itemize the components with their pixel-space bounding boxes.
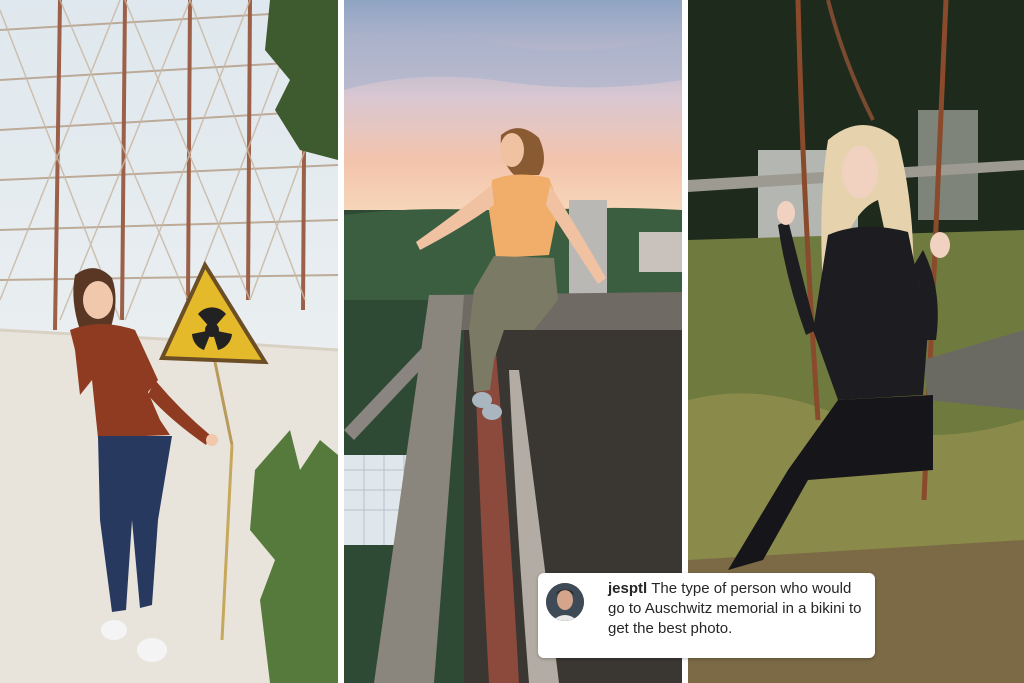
photo-panel-left [0,0,338,683]
comment-text-block: jesptl The type of person who would go to… [608,579,865,639]
comment-username[interactable]: jesptl [608,580,647,597]
photo-radar-scene [0,0,338,683]
avatar[interactable] [546,583,584,621]
comment-card: jesptl The type of person who would go to… [538,573,875,658]
